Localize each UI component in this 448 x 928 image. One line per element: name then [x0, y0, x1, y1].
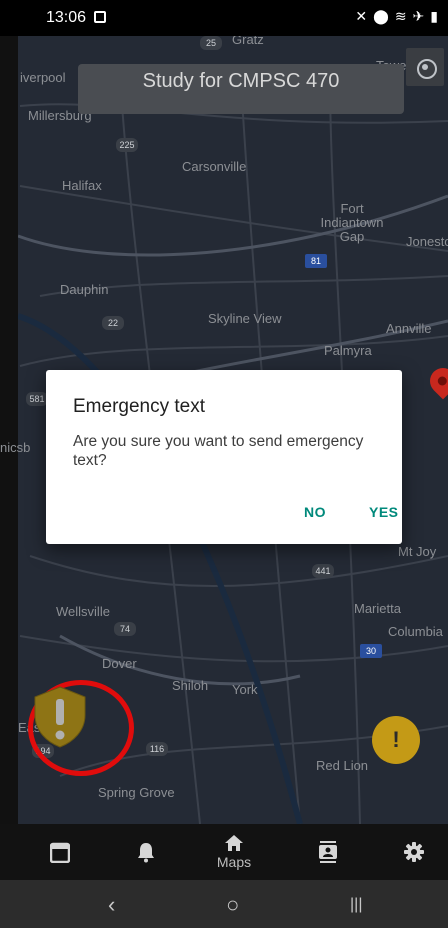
- status-icons: ✕ ⬤ ≋ ✈ ▮: [355, 8, 438, 25]
- nav-maps[interactable]: Maps: [210, 824, 258, 880]
- my-location-button[interactable]: [406, 48, 444, 86]
- map-label: Mt Joy: [398, 544, 437, 559]
- route-shield: 81: [305, 254, 327, 268]
- emergency-dialog: Emergency text Are you sure you want to …: [46, 370, 402, 544]
- map-label: Gratz: [232, 36, 264, 47]
- contacts-icon: [319, 841, 337, 863]
- yes-button[interactable]: YES: [369, 504, 399, 520]
- nav-contacts[interactable]: [316, 824, 340, 880]
- airplane-icon: ✈: [412, 8, 425, 24]
- task-title: Study for CMPSC 470: [142, 70, 340, 92]
- wifi-icon: ≋: [394, 8, 407, 24]
- recents-button[interactable]: |||: [350, 896, 362, 914]
- map-label: Skyline View: [208, 311, 282, 326]
- map-label: Jonesto: [406, 234, 448, 249]
- back-button[interactable]: ‹: [108, 892, 115, 918]
- map-label: Dover: [102, 656, 137, 671]
- gear-icon: [404, 842, 424, 862]
- route-shield: 22: [102, 316, 124, 330]
- route-shield: 116: [146, 742, 168, 756]
- map-label: Red Lion: [316, 758, 369, 773]
- route-shield: 441: [312, 564, 334, 578]
- dialog-message: Are you sure you want to send emergency …: [73, 433, 364, 469]
- map-label: York: [232, 682, 258, 697]
- nav-settings[interactable]: [402, 824, 426, 880]
- route-shield: 30: [360, 644, 382, 658]
- home-icon: [225, 835, 243, 851]
- map-label: Shiloh: [172, 678, 209, 693]
- left-edge: [0, 36, 18, 824]
- no-button[interactable]: NO: [304, 504, 326, 520]
- nav-label-maps: Maps: [216, 854, 252, 870]
- mute-icon: ✕: [355, 8, 368, 24]
- alert-fab[interactable]: !: [372, 716, 420, 764]
- location-icon: ⬤: [373, 8, 389, 24]
- map-label: iverpool: [20, 70, 66, 85]
- warning-shield-icon[interactable]: [33, 685, 87, 749]
- sos-highlight-ring: [28, 680, 134, 776]
- route-shield: 74: [114, 622, 136, 636]
- bell-icon: [138, 843, 154, 863]
- dialog-title: Emergency text: [73, 396, 205, 417]
- calendar-icon: [50, 842, 70, 863]
- map-label: Halifax: [62, 178, 102, 193]
- home-button[interactable]: ○: [226, 892, 239, 918]
- map-label: Palmyra: [324, 343, 372, 358]
- route-shield: 581: [26, 392, 48, 406]
- map-label: Spring Grove: [98, 785, 175, 800]
- notification-icon: [94, 11, 106, 23]
- battery-icon: ▮: [430, 8, 438, 24]
- map-label: Columbia: [388, 624, 443, 639]
- map-label: Fort Indiantown Gap: [320, 201, 384, 244]
- map-label: Wellsville: [56, 604, 110, 619]
- status-time: 13:06: [46, 9, 87, 26]
- map-label: Annville: [386, 321, 432, 336]
- map-label: Carsonville: [182, 159, 247, 174]
- map-label: Marietta: [354, 601, 401, 616]
- task-title-card[interactable]: Study for CMPSC 470: [78, 64, 404, 114]
- bottom-nav: Maps: [0, 824, 448, 880]
- route-shield: 25: [200, 36, 222, 50]
- map-label: Dauphin: [60, 282, 109, 297]
- status-bar: 13:06 ✕ ⬤ ≋ ✈ ▮: [0, 0, 448, 36]
- nav-calendar[interactable]: [48, 824, 72, 880]
- nav-notifications[interactable]: [134, 824, 158, 880]
- route-shield: 225: [116, 138, 138, 152]
- map-label: nicsb: [0, 440, 31, 455]
- system-nav-bar: ‹ ○ |||: [0, 880, 448, 928]
